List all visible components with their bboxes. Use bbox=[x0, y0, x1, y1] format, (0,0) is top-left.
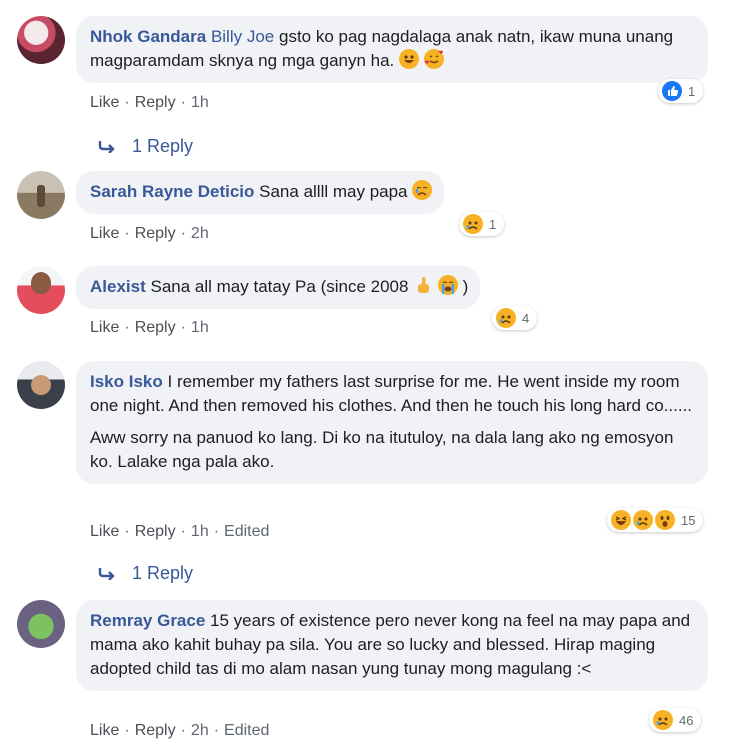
reaction-summary[interactable]: 1 bbox=[658, 79, 704, 103]
comment-actions: Like · Reply · 2h · Edited bbox=[90, 722, 270, 739]
reply-button[interactable]: Reply bbox=[135, 319, 176, 336]
edited-label[interactable]: Edited bbox=[224, 722, 269, 739]
reaction-count: 46 bbox=[679, 712, 694, 728]
comment-paragraph: Isko Isko I remember my fathers last sur… bbox=[90, 370, 696, 418]
reply-arrow-icon bbox=[98, 564, 116, 581]
reaction-summary[interactable]: 15 bbox=[607, 508, 704, 532]
replies-count[interactable]: 1 Reply bbox=[132, 563, 193, 583]
sad-icon bbox=[463, 214, 483, 234]
comment-text: I remember my fathers last surprise for … bbox=[90, 372, 693, 415]
comment-bubble: Remray Grace 15 years of existence pero … bbox=[76, 600, 708, 691]
like-button[interactable]: Like bbox=[90, 523, 119, 540]
avatar[interactable] bbox=[17, 266, 65, 314]
comment-actions: Like · Reply · 1h bbox=[90, 319, 209, 336]
replies-count[interactable]: 1 Reply bbox=[132, 136, 193, 156]
avatar[interactable] bbox=[17, 361, 65, 409]
comment-bubble: Alexist Sana all may tatay Pa (since 200… bbox=[76, 266, 481, 309]
reaction-count: 15 bbox=[681, 512, 696, 528]
sad-icon bbox=[653, 710, 673, 730]
reply-arrow-icon bbox=[98, 137, 116, 154]
commenter-name[interactable]: Sarah Rayne Deticio bbox=[90, 182, 254, 201]
commenter-name[interactable]: Alexist bbox=[90, 277, 146, 296]
view-replies-link[interactable]: 1 Reply bbox=[98, 563, 193, 584]
comment-actions: Like · Reply · 1h · Edited bbox=[90, 523, 270, 540]
reaction-summary[interactable]: 46 bbox=[649, 708, 702, 732]
crying-face-icon bbox=[412, 180, 433, 200]
reply-button[interactable]: Reply bbox=[135, 722, 176, 739]
loudly-crying-face-icon bbox=[437, 275, 458, 295]
haha-icon bbox=[611, 510, 631, 530]
timestamp[interactable]: 1h bbox=[191, 319, 209, 336]
grinning-face-icon bbox=[399, 49, 420, 69]
like-button[interactable]: Like bbox=[90, 94, 119, 111]
comment-paragraph-2: Aww sorry na panuod ko lang. Di ko na it… bbox=[90, 428, 674, 471]
avatar[interactable] bbox=[17, 171, 65, 219]
comment-text-end: ) bbox=[462, 277, 469, 296]
comment-bubble: Isko Isko I remember my fathers last sur… bbox=[76, 361, 708, 484]
reaction-summary[interactable]: 1 bbox=[459, 212, 505, 236]
pointing-finger-icon bbox=[413, 275, 433, 295]
reaction-count: 4 bbox=[522, 310, 530, 326]
avatar[interactable] bbox=[17, 600, 65, 648]
like-button[interactable]: Like bbox=[90, 319, 119, 336]
edited-label[interactable]: Edited bbox=[224, 523, 269, 540]
comment-bubble: Sarah Rayne Deticio Sana allll may papa bbox=[76, 171, 445, 214]
like-icon bbox=[662, 81, 682, 101]
comment-text: Sana allll may papa bbox=[259, 182, 408, 201]
wow-icon bbox=[655, 510, 675, 530]
commenter-name[interactable]: Remray Grace bbox=[90, 611, 205, 630]
view-replies-link[interactable]: 1 Reply bbox=[98, 136, 193, 157]
timestamp[interactable]: 1h bbox=[191, 94, 209, 111]
like-button[interactable]: Like bbox=[90, 225, 119, 242]
reaction-summary[interactable]: 4 bbox=[492, 306, 538, 330]
commenter-name[interactable]: Isko Isko bbox=[90, 372, 163, 391]
like-button[interactable]: Like bbox=[90, 722, 119, 739]
sad-icon bbox=[496, 308, 516, 328]
reply-button[interactable]: Reply bbox=[135, 523, 176, 540]
comment-actions: Like · Reply · 1h bbox=[90, 94, 209, 111]
comment-text: Sana all may tatay Pa (since 2008 bbox=[150, 277, 409, 296]
smiling-face-with-hearts-icon bbox=[423, 49, 444, 69]
reaction-count: 1 bbox=[489, 216, 497, 232]
timestamp[interactable]: 2h bbox=[191, 225, 209, 242]
timestamp[interactable]: 1h bbox=[191, 523, 209, 540]
timestamp[interactable]: 2h bbox=[191, 722, 209, 739]
comment-bubble: Nhok Gandara Billy Joe gsto ko pag nagda… bbox=[76, 16, 708, 83]
reaction-count: 1 bbox=[688, 83, 696, 99]
avatar[interactable] bbox=[17, 16, 65, 64]
reply-button[interactable]: Reply bbox=[135, 94, 176, 111]
sad-icon bbox=[633, 510, 653, 530]
comment-actions: Like · Reply · 2h bbox=[90, 225, 209, 242]
tagged-user[interactable]: Billy Joe bbox=[211, 27, 274, 46]
commenter-name[interactable]: Nhok Gandara bbox=[90, 27, 206, 46]
reply-button[interactable]: Reply bbox=[135, 225, 176, 242]
